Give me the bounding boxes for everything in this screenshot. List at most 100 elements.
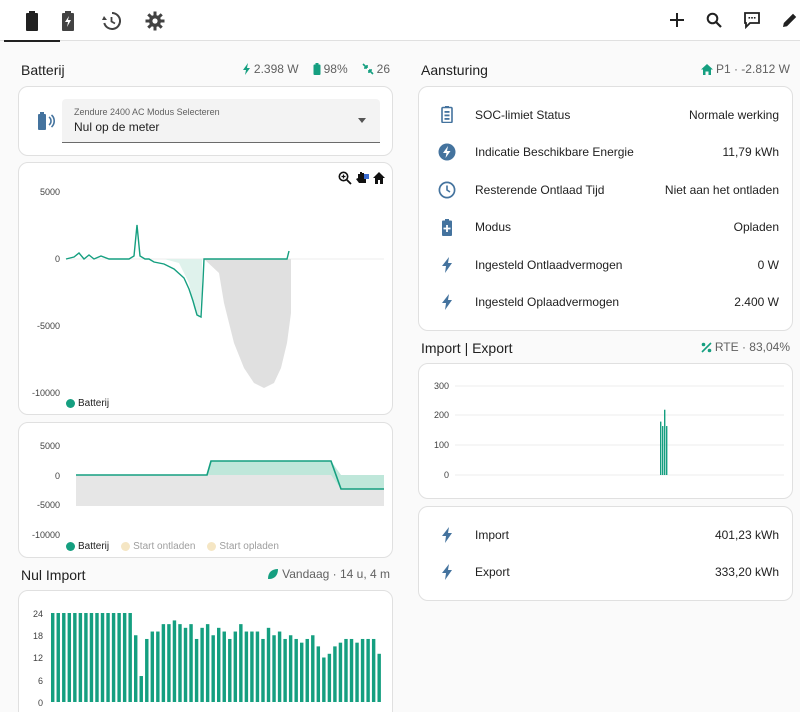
bar[interactable] bbox=[366, 638, 370, 702]
y-tick: 0 bbox=[38, 698, 43, 708]
bar[interactable] bbox=[300, 642, 304, 702]
bar[interactable] bbox=[183, 627, 188, 702]
bar[interactable] bbox=[67, 613, 72, 702]
teal-area bbox=[164, 259, 202, 318]
bar[interactable] bbox=[349, 638, 354, 702]
entity-name: Ingesteld Oplaadvermogen bbox=[475, 295, 620, 309]
p1-power: P1 · -2.812 W bbox=[715, 62, 790, 76]
bar[interactable] bbox=[95, 613, 99, 702]
bar[interactable] bbox=[333, 646, 337, 703]
bar[interactable] bbox=[78, 613, 83, 702]
bar[interactable] bbox=[89, 613, 94, 702]
bar[interactable] bbox=[189, 624, 193, 703]
bar[interactable] bbox=[250, 631, 254, 702]
bar[interactable] bbox=[338, 642, 343, 702]
battery-power-chart-card: 5000 0 -5000 -10000 Batterij bbox=[18, 162, 393, 415]
bar[interactable] bbox=[205, 624, 210, 703]
bar[interactable] bbox=[311, 635, 315, 702]
bar[interactable] bbox=[73, 613, 77, 702]
entity-row[interactable]: Modus Opladen bbox=[419, 209, 791, 246]
bar[interactable] bbox=[377, 653, 381, 702]
bar[interactable] bbox=[294, 638, 298, 702]
bar[interactable] bbox=[106, 613, 110, 702]
bar[interactable] bbox=[228, 638, 232, 702]
bar[interactable] bbox=[244, 631, 249, 702]
bar[interactable] bbox=[664, 409, 666, 475]
entity-row[interactable]: Ingesteld Oplaadvermogen 2.400 W bbox=[419, 284, 791, 321]
bar[interactable] bbox=[222, 631, 226, 702]
bar[interactable] bbox=[178, 624, 182, 703]
bar[interactable] bbox=[167, 624, 171, 703]
bar[interactable] bbox=[161, 624, 166, 703]
y-tick: 24 bbox=[33, 609, 43, 619]
bar[interactable] bbox=[150, 631, 155, 702]
mode-select[interactable]: Zendure 2400 AC Modus Selecteren Nul op … bbox=[62, 99, 380, 143]
bar[interactable] bbox=[371, 638, 376, 702]
entity-name: Import bbox=[475, 527, 510, 542]
bar[interactable] bbox=[662, 426, 664, 475]
entity-value: 11,79 kWh bbox=[722, 145, 779, 159]
bar[interactable] bbox=[233, 631, 238, 702]
bar[interactable] bbox=[111, 613, 116, 702]
batterij-meta: 2.398 W 98% 26 bbox=[242, 62, 390, 76]
bar[interactable] bbox=[666, 426, 668, 475]
bar[interactable] bbox=[128, 613, 132, 702]
gear-icon bbox=[145, 11, 165, 30]
bar[interactable] bbox=[344, 638, 348, 702]
bar[interactable] bbox=[360, 638, 365, 702]
legend-item[interactable]: Batterij bbox=[66, 541, 109, 552]
entity-row[interactable]: SOC-limiet Status Normale werking bbox=[419, 96, 791, 133]
bar[interactable] bbox=[62, 613, 66, 702]
bar[interactable] bbox=[84, 613, 88, 702]
bar[interactable] bbox=[56, 613, 60, 702]
edit-button[interactable] bbox=[776, 6, 800, 34]
legend-item[interactable]: Start ontladen bbox=[121, 541, 195, 552]
bar[interactable] bbox=[305, 638, 309, 702]
search-button[interactable] bbox=[700, 6, 728, 34]
bar[interactable] bbox=[211, 635, 215, 702]
bar[interactable] bbox=[139, 676, 143, 702]
legend-item[interactable]: Start opladen bbox=[207, 541, 279, 552]
bar[interactable] bbox=[355, 642, 359, 702]
bar[interactable] bbox=[316, 646, 321, 703]
bar[interactable] bbox=[51, 613, 55, 702]
bar[interactable] bbox=[200, 627, 204, 702]
bar[interactable] bbox=[266, 627, 271, 702]
bar[interactable] bbox=[145, 638, 149, 702]
entity-row[interactable]: Ingesteld Ontlaadvermogen 0 W bbox=[419, 246, 791, 283]
bar[interactable] bbox=[322, 657, 326, 703]
rte-value: RTE · 83,04% bbox=[714, 340, 790, 354]
bar[interactable] bbox=[172, 620, 177, 702]
entity-value: 401,23 kWh bbox=[714, 527, 779, 542]
entity-row[interactable]: Import 401,23 kWh bbox=[419, 516, 791, 553]
bar[interactable] bbox=[327, 653, 332, 702]
add-button[interactable] bbox=[663, 6, 691, 34]
bar[interactable] bbox=[156, 631, 160, 702]
battery-bolt-icon bbox=[62, 10, 74, 31]
bar[interactable] bbox=[194, 638, 199, 702]
bar[interactable] bbox=[261, 638, 265, 702]
legend-item[interactable]: Batterij bbox=[66, 398, 109, 409]
bar[interactable] bbox=[288, 635, 293, 702]
bar[interactable] bbox=[277, 631, 282, 702]
y-tick: -10000 bbox=[32, 530, 60, 540]
entity-row[interactable]: Indicatie Beschikbare Energie 11,79 kWh bbox=[419, 134, 791, 171]
y-tick: 6 bbox=[38, 676, 43, 686]
tab-settings[interactable] bbox=[127, 0, 183, 41]
bar[interactable] bbox=[100, 613, 105, 702]
bar[interactable] bbox=[660, 421, 662, 475]
bar[interactable] bbox=[239, 624, 243, 703]
legend-label: Start ontladen bbox=[133, 541, 196, 552]
entity-row[interactable]: Resterende Ontlaad Tijd Niet aan het ontl… bbox=[419, 171, 791, 208]
bar[interactable] bbox=[283, 638, 287, 702]
bar[interactable] bbox=[255, 631, 260, 702]
bar[interactable] bbox=[217, 627, 221, 702]
flash-icon bbox=[242, 63, 250, 75]
entity-row[interactable]: Export 333,20 kWh bbox=[419, 553, 791, 590]
assist-button[interactable] bbox=[738, 6, 766, 34]
bar[interactable] bbox=[117, 613, 121, 702]
bar[interactable] bbox=[122, 613, 127, 702]
bar[interactable] bbox=[272, 635, 276, 702]
entity-icon bbox=[419, 181, 475, 199]
bar[interactable] bbox=[134, 635, 138, 702]
